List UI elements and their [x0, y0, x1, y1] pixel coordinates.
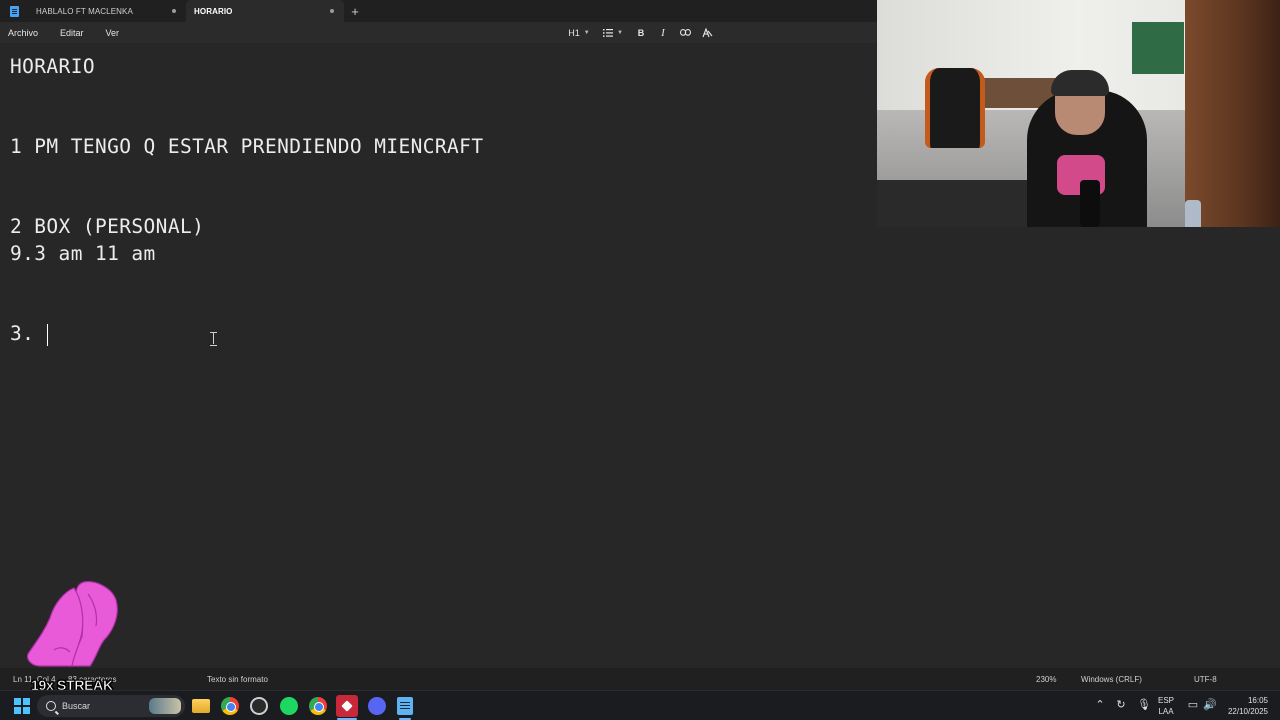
- notepad-app-icon: [0, 0, 28, 22]
- document-line: 3.: [10, 322, 35, 345]
- taskbar-search[interactable]: Buscar: [37, 695, 185, 717]
- tab-hablalo[interactable]: HABLALO FT MACLENKA: [28, 0, 186, 22]
- text-editor-extension[interactable]: [877, 227, 1280, 668]
- menu-ver[interactable]: Ver: [92, 28, 128, 38]
- language-indicator[interactable]: ESP LAA: [1158, 695, 1174, 717]
- text-caret: [47, 324, 48, 346]
- new-tab-button[interactable]: +: [344, 0, 366, 22]
- document-line: 9.3 am 11 am: [10, 242, 156, 265]
- search-icon: [46, 701, 56, 711]
- italic-button[interactable]: I: [652, 22, 674, 43]
- text-editor[interactable]: HORARIO 1 PM TENGO Q ESTAR PRENDIENDO MI…: [0, 43, 877, 668]
- bold-button[interactable]: B: [630, 22, 652, 43]
- unsaved-dot-icon: [172, 9, 176, 13]
- format-indicator[interactable]: Texto sin formato: [207, 675, 268, 684]
- screen: HABLALO FT MACLENKA HORARIO + Archivo Ed…: [0, 0, 1280, 720]
- clear-formatting-button[interactable]: [696, 22, 718, 43]
- webcam-bottle: [1185, 200, 1201, 227]
- webcam-microphone: [1080, 180, 1100, 227]
- webcam-overlay: [877, 0, 1280, 227]
- praying-hands-icon: [27, 581, 118, 667]
- discord-icon[interactable]: [368, 697, 386, 715]
- zoom-level[interactable]: 230%: [1036, 675, 1056, 684]
- keyboard-layout: LAA: [1158, 707, 1174, 716]
- list-icon: [603, 28, 614, 37]
- link-icon: [679, 29, 691, 36]
- heading-dropdown[interactable]: H1 ▼: [562, 22, 596, 43]
- heading-label: H1: [568, 27, 580, 38]
- status-bar: Ln 11, Col 4 83 caracteres Texto sin for…: [0, 668, 1280, 690]
- webcam-door: [1185, 0, 1280, 227]
- file-explorer-icon[interactable]: [192, 699, 210, 713]
- notepad-taskbar-icon[interactable]: [397, 697, 413, 715]
- search-placeholder: Buscar: [62, 701, 91, 711]
- webcam-desk: [877, 180, 1027, 227]
- start-button[interactable]: [14, 698, 30, 714]
- network-icon[interactable]: ▭: [1187, 699, 1199, 711]
- chevron-down-icon: ▼: [583, 29, 590, 36]
- chrome-profile-icon[interactable]: [309, 697, 327, 715]
- encoding[interactable]: UTF-8: [1194, 675, 1217, 684]
- chevron-down-icon: ▼: [617, 29, 623, 36]
- spotify-icon[interactable]: [280, 697, 298, 715]
- volume-icon[interactable]: 🔊: [1203, 699, 1217, 711]
- tab-label: HORARIO: [194, 6, 233, 16]
- link-button[interactable]: [674, 22, 696, 43]
- clear-format-icon: [701, 27, 712, 37]
- line-ending[interactable]: Windows (CRLF): [1081, 675, 1142, 684]
- language-code: ESP: [1158, 696, 1175, 705]
- obs-icon[interactable]: [250, 697, 268, 715]
- taskbar: Buscar ⌃ ↻ 🎙 ESP LAA ▭ 🔊 16:05 22/10/202…: [0, 690, 1280, 720]
- clock-time: 16:05: [1247, 696, 1268, 705]
- list-dropdown[interactable]: ▼: [596, 22, 630, 43]
- recording-app-icon[interactable]: [336, 695, 358, 717]
- chrome-icon[interactable]: [221, 697, 239, 715]
- sync-icon[interactable]: ↻: [1115, 699, 1127, 711]
- menu-bar: Archivo Editar Ver H1 ▼ ▼ B I: [0, 22, 877, 43]
- tab-horario[interactable]: HORARIO: [186, 0, 344, 22]
- tab-label: HABLALO FT MACLENKA: [36, 6, 133, 16]
- tab-bar: HABLALO FT MACLENKA HORARIO +: [0, 0, 877, 22]
- format-toolbar: H1 ▼ ▼ B I: [562, 22, 718, 43]
- ibeam-cursor-icon: [210, 332, 217, 346]
- menu-editar[interactable]: Editar: [46, 28, 92, 38]
- document-line: 1 PM TENGO Q ESTAR PRENDIENDO MIENCRAFT: [10, 135, 484, 158]
- document-line: 2 BOX (PERSONAL): [10, 215, 205, 238]
- microphone-icon[interactable]: 🎙: [1137, 699, 1151, 711]
- menu-archivo[interactable]: Archivo: [0, 28, 46, 38]
- system-clock[interactable]: 16:05 22/10/2025: [1222, 695, 1268, 717]
- search-highlight-image: [149, 698, 181, 714]
- clock-date: 22/10/2025: [1227, 707, 1268, 716]
- document-line: HORARIO: [10, 55, 95, 78]
- webcam-poster: [1130, 20, 1186, 76]
- unsaved-dot-icon: [330, 9, 334, 13]
- chevron-up-icon[interactable]: ⌃: [1094, 699, 1106, 711]
- webcam-chair: [925, 68, 985, 148]
- webcam-cap: [1051, 70, 1109, 96]
